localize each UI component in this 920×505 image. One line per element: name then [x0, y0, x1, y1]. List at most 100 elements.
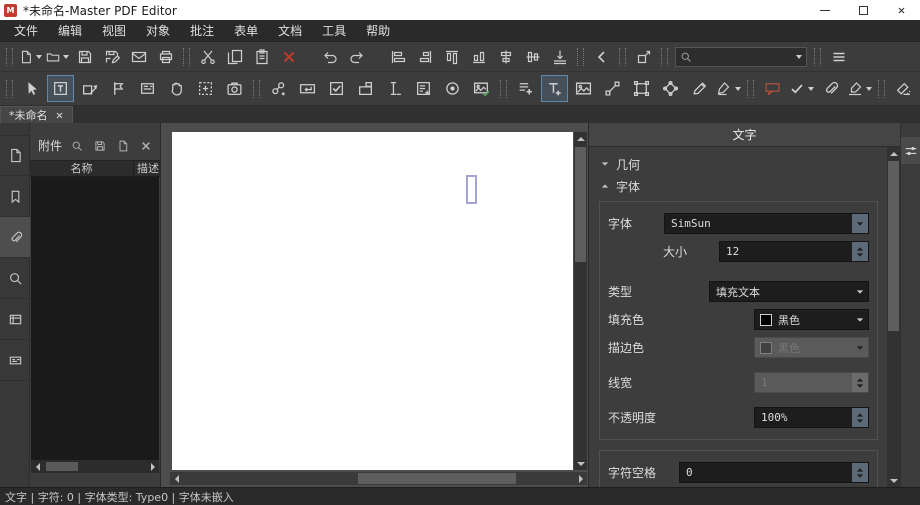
add-image-tool-button[interactable] — [570, 75, 597, 102]
spinner-buttons[interactable] — [852, 242, 868, 261]
menu-item-4[interactable]: 批注 — [180, 20, 224, 42]
dropdown-arrow-icon[interactable] — [36, 55, 42, 59]
maximize-button[interactable] — [844, 0, 882, 20]
form-properties-tool-button[interactable] — [134, 75, 161, 102]
opacity-input[interactable]: 100% — [754, 407, 869, 428]
document-search-box[interactable] — [675, 47, 807, 67]
align-bottom-button[interactable] — [466, 45, 491, 69]
save-attachment-button[interactable] — [92, 138, 108, 154]
dropdown-arrow-icon[interactable] — [808, 87, 814, 91]
font-family-select[interactable]: SimSun — [664, 213, 869, 234]
fit-page-button[interactable] — [631, 45, 656, 69]
image-button-tool-button[interactable] — [468, 75, 495, 102]
fill-color-select[interactable]: 黑色 — [754, 309, 869, 330]
toolbar-drag-handle[interactable] — [661, 48, 668, 66]
attach-file-tool-button[interactable] — [817, 75, 844, 102]
menu-item-6[interactable]: 文档 — [268, 20, 312, 42]
scrollbar-thumb[interactable] — [888, 161, 899, 331]
document-page[interactable] — [172, 132, 573, 470]
undo-button[interactable] — [317, 45, 342, 69]
menu-item-5[interactable]: 表单 — [224, 20, 268, 42]
font-size-input[interactable]: 12 — [719, 241, 869, 262]
section-font[interactable]: 字体 — [589, 175, 888, 197]
polygon-tool-button[interactable] — [657, 75, 684, 102]
column-description[interactable]: 描述 — [134, 161, 160, 176]
stamp-check-tool-button[interactable] — [788, 75, 815, 102]
scrollbar-thumb[interactable] — [575, 147, 586, 262]
menu-item-3[interactable]: 对象 — [136, 20, 180, 42]
flag-tool-button[interactable] — [105, 75, 132, 102]
scroll-down-icon[interactable] — [887, 474, 900, 487]
open-file-button[interactable] — [45, 45, 70, 69]
center-vertical-button[interactable] — [520, 45, 545, 69]
char-spacing-input[interactable]: 0 — [679, 462, 869, 483]
eraser-tool-button[interactable] — [890, 75, 917, 102]
search-dropdown-icon[interactable] — [796, 55, 802, 59]
copy-button[interactable] — [222, 45, 247, 69]
toolbar-drag-handle[interactable] — [6, 48, 13, 66]
distribute-button[interactable] — [547, 45, 572, 69]
form-fields-panel-button[interactable] — [0, 340, 30, 381]
menu-item-8[interactable]: 帮助 — [356, 20, 400, 42]
menu-item-2[interactable]: 视图 — [92, 20, 136, 42]
layers-panel-button[interactable] — [0, 299, 30, 340]
canvas-horizontal-scrollbar[interactable] — [170, 472, 587, 485]
highlight-tool-button[interactable] — [846, 75, 873, 102]
text-field-tool-button[interactable] — [294, 75, 321, 102]
dropdown-arrow-icon[interactable] — [866, 87, 872, 91]
snapshot-tool-button[interactable] — [221, 75, 248, 102]
text-cursor-tool-button[interactable] — [381, 75, 408, 102]
hand-tool-button[interactable] — [163, 75, 190, 102]
combobox-tool-button[interactable] — [352, 75, 379, 102]
dropdown-button[interactable] — [852, 310, 868, 329]
attachments-horizontal-scrollbar[interactable] — [31, 460, 159, 473]
canvas-vertical-scrollbar[interactable] — [574, 132, 587, 470]
align-top-button[interactable] — [439, 45, 464, 69]
tab-close-icon[interactable] — [55, 111, 64, 120]
scrollbar-thumb[interactable] — [46, 462, 78, 471]
menu-item-0[interactable]: 文件 — [4, 20, 48, 42]
scroll-left-icon[interactable] — [170, 472, 183, 485]
document-tab[interactable]: *未命名 — [0, 106, 73, 123]
search-attachment-button[interactable] — [69, 138, 85, 154]
edit-text-tool-button[interactable] — [47, 75, 74, 102]
listbox-tool-button[interactable] — [410, 75, 437, 102]
pencil-tool-button[interactable] — [686, 75, 713, 102]
toolbar-drag-handle[interactable] — [183, 48, 190, 66]
radio-button-tool-button[interactable] — [439, 75, 466, 102]
center-horizontal-button[interactable] — [493, 45, 518, 69]
send-email-button[interactable] — [126, 45, 151, 69]
search-input[interactable] — [692, 51, 793, 63]
scroll-up-icon[interactable] — [887, 147, 900, 160]
spinner-buttons[interactable] — [852, 463, 868, 482]
text-type-select[interactable]: 填充文本 — [709, 281, 869, 302]
scroll-up-icon[interactable] — [574, 132, 587, 145]
attachments-panel-button[interactable] — [0, 217, 30, 258]
align-right-button[interactable] — [412, 45, 437, 69]
select-tool-button[interactable] — [18, 75, 45, 102]
delete-attachment-button[interactable] — [138, 138, 154, 154]
dropdown-arrow-icon[interactable] — [63, 55, 69, 59]
save-button[interactable] — [72, 45, 97, 69]
paste-button[interactable] — [249, 45, 274, 69]
delete-button[interactable] — [276, 45, 301, 69]
toolbar-drag-handle[interactable] — [577, 48, 584, 66]
redo-button[interactable] — [344, 45, 369, 69]
pages-panel-button[interactable] — [0, 135, 30, 176]
signature-tool-button[interactable] — [715, 75, 742, 102]
column-name[interactable]: 名称 — [30, 161, 134, 176]
search-panel-button[interactable] — [0, 258, 30, 299]
line-tool-button[interactable] — [599, 75, 626, 102]
spinner-buttons[interactable] — [852, 408, 868, 427]
edit-object-tool-button[interactable] — [76, 75, 103, 102]
dropdown-arrow-icon[interactable] — [735, 87, 741, 91]
save-as-button[interactable] — [99, 45, 124, 69]
menu-item-1[interactable]: 编辑 — [48, 20, 92, 42]
toolbar-drag-handle[interactable] — [747, 80, 754, 98]
bookmarks-panel-button[interactable] — [0, 176, 30, 217]
toolbar-drag-handle[interactable] — [619, 48, 626, 66]
toolbar-overflow-button[interactable] — [826, 45, 851, 69]
scroll-left-icon[interactable] — [31, 460, 44, 473]
scroll-down-icon[interactable] — [574, 457, 587, 470]
close-button[interactable] — [882, 0, 920, 20]
